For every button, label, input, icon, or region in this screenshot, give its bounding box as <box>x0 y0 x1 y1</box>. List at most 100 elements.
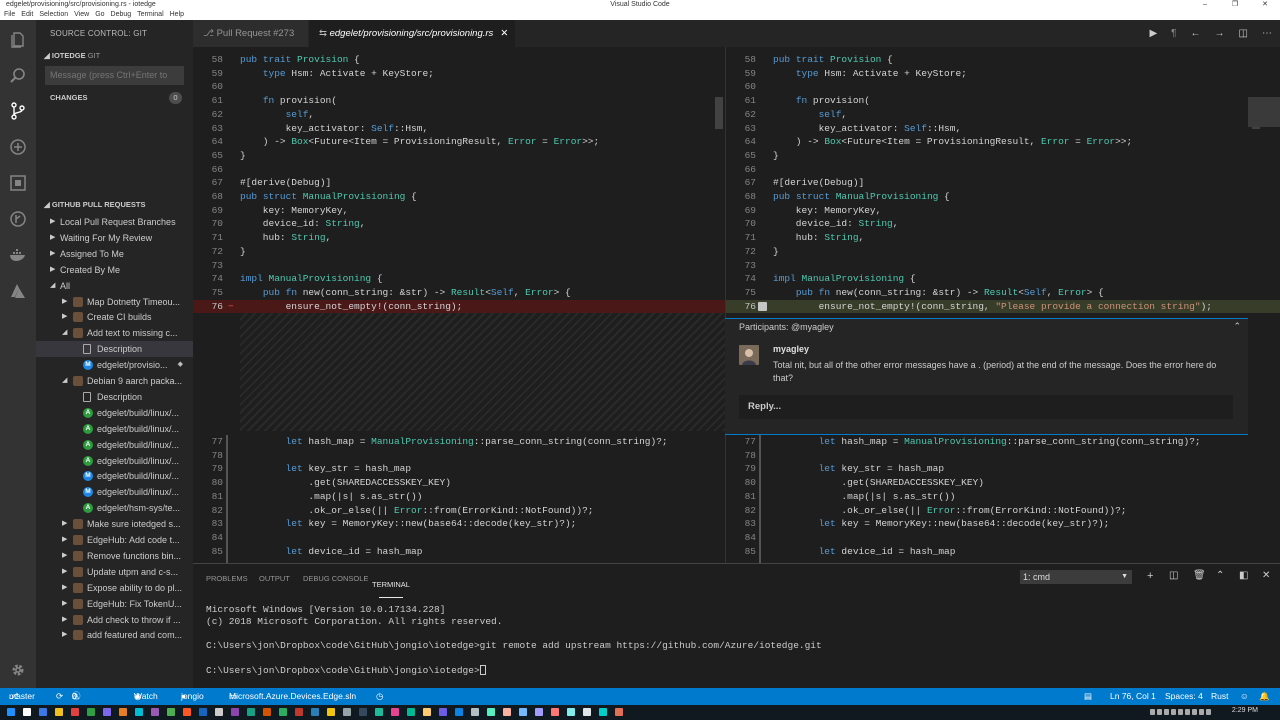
tree-item[interactable]: Aedgelet/hsm-sys/te... <box>36 500 193 516</box>
source-control-icon[interactable] <box>6 99 30 123</box>
twistie-icon[interactable]: ▶ <box>62 516 67 532</box>
tree-item[interactable]: Description <box>36 341 193 358</box>
azure-icon[interactable] <box>6 279 30 303</box>
extensions-icon[interactable] <box>6 171 30 195</box>
taskbar-app-icon[interactable] <box>39 708 47 716</box>
tree-item[interactable]: ▶ Map Dotnetty Timeou... <box>36 294 193 310</box>
commit-message-input[interactable] <box>45 66 184 85</box>
tree-item[interactable]: Medgelet/build/linux/... <box>36 468 193 484</box>
cursor-position[interactable]: Ln 76, Col 1 <box>1110 688 1156 705</box>
pr-section-header[interactable]: ◢ GITHUB PULL REQUESTS <box>36 198 193 212</box>
taskbar-app-icon[interactable] <box>295 708 303 716</box>
tree-item[interactable]: ▶ Create CI builds <box>36 309 193 325</box>
taskbar-app-icon[interactable] <box>215 708 223 716</box>
tray-icon[interactable] <box>1185 709 1190 715</box>
taskbar-app-icon[interactable] <box>263 708 271 716</box>
changes-label[interactable]: CHANGES <box>50 93 88 102</box>
maximize-panel-icon[interactable]: ⌃ <box>1216 570 1224 581</box>
diff-editor-right[interactable]: 58 pub trait Provision {59 type Hsm: Acti… <box>725 47 1280 563</box>
tree-item[interactable]: Medgelet/provisio... ◆ <box>36 357 193 373</box>
twistie-icon[interactable]: ▶ <box>62 627 67 643</box>
run-icon[interactable]: ▶ <box>1149 20 1157 47</box>
minimize-button[interactable]: – <box>1190 0 1220 10</box>
repo-header[interactable]: ◢ IOTEDGE GIT <box>36 49 193 63</box>
tree-item[interactable]: Aedgelet/build/linux/... <box>36 437 193 453</box>
tray-icon[interactable] <box>1171 709 1176 715</box>
taskbar-app-icon[interactable] <box>439 708 447 716</box>
taskbar-app-icon[interactable] <box>247 708 255 716</box>
menu-edit[interactable]: Edit <box>21 10 33 20</box>
tree-item[interactable]: ◢ Debian 9 aarch packa... <box>36 373 193 389</box>
taskbar-app-icon[interactable] <box>87 708 95 716</box>
twistie-icon[interactable]: ▶ <box>62 596 67 612</box>
tray-icon[interactable] <box>1164 709 1169 715</box>
twistie-icon[interactable]: ◢ <box>50 278 55 294</box>
tree-item[interactable]: ▶ Expose ability to do pl... <box>36 580 193 596</box>
taskbar-app-icon[interactable] <box>183 708 191 716</box>
notifications-icon[interactable]: 🔔 <box>1259 688 1270 705</box>
terminal-select[interactable]: 1: cmd ▼ <box>1020 570 1132 584</box>
taskbar-app-icon[interactable] <box>567 708 575 716</box>
menu-view[interactable]: View <box>74 10 89 20</box>
menu-go[interactable]: Go <box>95 10 104 20</box>
twistie-icon[interactable]: ▶ <box>62 580 67 596</box>
menu-terminal[interactable]: Terminal <box>137 10 163 20</box>
taskbar-app-icon[interactable] <box>343 708 351 716</box>
tree-item[interactable]: ▶ Make sure iotedged s... <box>36 516 193 532</box>
tree-item[interactable]: Description <box>36 389 193 405</box>
taskbar-app-icon[interactable] <box>519 708 527 716</box>
taskbar-app-icon[interactable] <box>487 708 495 716</box>
twistie-icon[interactable]: ▶ <box>50 230 55 246</box>
minimap-slider[interactable] <box>1248 97 1280 127</box>
scrollbar-thumb[interactable] <box>715 97 723 129</box>
tree-item[interactable]: ▶ EdgeHub: Add code t... <box>36 532 193 548</box>
sync-button[interactable]: ⟳ <box>56 688 63 705</box>
tab-problems[interactable]: PROBLEMS <box>206 574 248 583</box>
twistie-icon[interactable]: ▶ <box>62 564 67 580</box>
clock-icon[interactable]: ◷ <box>376 688 383 705</box>
tree-item[interactable]: ▶ Remove functions bin... <box>36 548 193 564</box>
menu-help[interactable]: Help <box>170 10 184 20</box>
taskbar-app-icon[interactable] <box>407 708 415 716</box>
menu-debug[interactable]: Debug <box>111 10 132 20</box>
taskbar-app-icon[interactable] <box>119 708 127 716</box>
tab-provisioning-rs[interactable]: ⇆ edgelet/provisioning/src/provisioning.… <box>309 20 515 47</box>
menu-file[interactable]: File <box>4 10 15 20</box>
tray-icon[interactable] <box>1192 709 1197 715</box>
taskbar-app-icon[interactable] <box>7 708 15 716</box>
taskbar-app-icon[interactable] <box>375 708 383 716</box>
comment-glyph-icon[interactable] <box>758 301 767 311</box>
collapse-comment-icon[interactable]: ⌃ <box>1233 321 1241 332</box>
debug-icon[interactable] <box>6 135 30 159</box>
taskbar-app-icon[interactable] <box>199 708 207 716</box>
kill-terminal-icon[interactable]: 🗑 <box>1193 570 1206 581</box>
more-actions-icon[interactable]: ⋯ <box>1262 20 1272 47</box>
tab-output[interactable]: OUTPUT <box>259 574 290 583</box>
tab-pull-request[interactable]: ⎇ Pull Request #273 <box>193 20 308 47</box>
taskbar-app-icon[interactable] <box>423 708 431 716</box>
tray-icon[interactable] <box>1206 709 1211 715</box>
close-tab-button[interactable]: ✕ <box>500 28 508 39</box>
close-window-button[interactable]: ✕ <box>1250 0 1280 10</box>
next-change-icon[interactable]: → <box>1215 20 1225 47</box>
taskbar-app-icon[interactable] <box>471 708 479 716</box>
taskbar-app-icon[interactable] <box>551 708 559 716</box>
tree-item[interactable]: Medgelet/build/linux/... <box>36 484 193 500</box>
tree-item[interactable]: ▶ add featured and com... <box>36 627 193 643</box>
terminal-prompt[interactable]: C:\Users\jon\Dropbox\code\GitHub\jongio\… <box>206 665 486 676</box>
tray-icon[interactable] <box>1178 709 1183 715</box>
twistie-icon[interactable]: ▶ <box>50 246 55 262</box>
tree-item[interactable]: ▶ Waiting For My Review <box>36 230 193 246</box>
menu-selection[interactable]: Selection <box>39 10 68 20</box>
diff-editor-left[interactable]: 58 pub trait Provision {59 type Hsm: Acti… <box>193 47 725 563</box>
taskbar-app-icon[interactable] <box>55 708 63 716</box>
tree-item[interactable]: ▶ Add check to throw if ... <box>36 612 193 628</box>
tray-icon[interactable] <box>1199 709 1204 715</box>
twistie-icon[interactable]: ▶ <box>62 548 67 564</box>
taskbar-app-icon[interactable] <box>279 708 287 716</box>
close-panel-icon[interactable]: ✕ <box>1262 570 1270 581</box>
tab-terminal[interactable]: TERMINAL <box>372 574 410 598</box>
maximize-button[interactable]: ❐ <box>1220 0 1250 10</box>
taskbar-app-icon[interactable] <box>135 708 143 716</box>
taskbar-app-icon[interactable] <box>103 708 111 716</box>
